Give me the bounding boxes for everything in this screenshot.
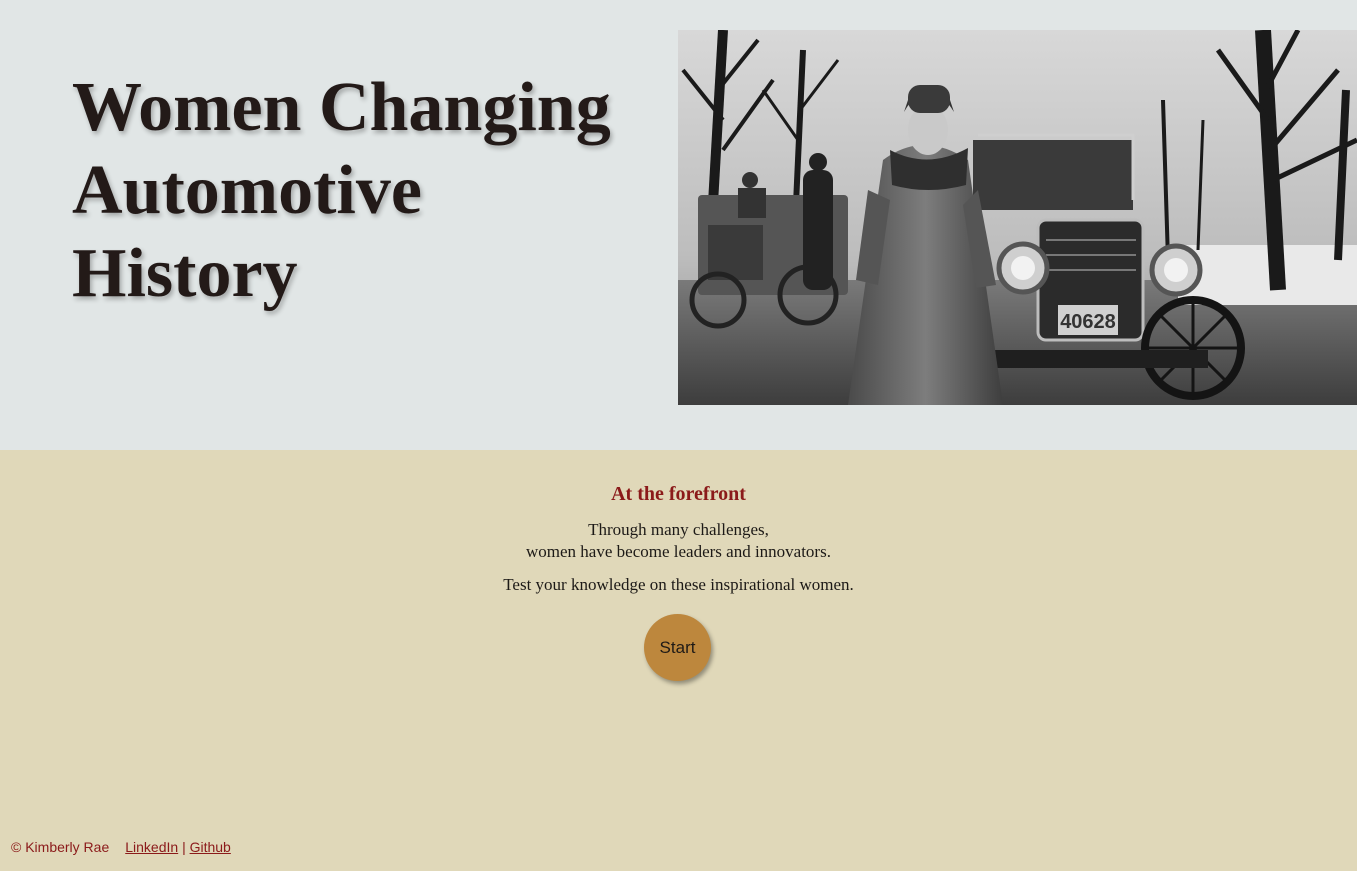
page-title-line-3: History xyxy=(72,235,298,312)
linkedin-link[interactable]: LinkedIn xyxy=(125,839,178,855)
hero-photo: 40628 xyxy=(678,30,1357,405)
page-title-line-2: Automotive xyxy=(72,152,422,229)
vintage-car-photo-image: 40628 xyxy=(678,30,1357,405)
page-title-line-1: Women Changing xyxy=(72,69,611,146)
quiz-prompt: Test your knowledge on these inspiration… xyxy=(503,575,854,594)
license-plate-text: 40628 xyxy=(1060,311,1116,333)
intro-line-1: Through many challenges, xyxy=(588,520,769,539)
section-heading: At the forefront xyxy=(611,483,746,505)
start-button[interactable]: Start xyxy=(644,614,711,681)
github-link[interactable]: Github xyxy=(190,839,231,855)
intro-text: Through many challenges, women have beco… xyxy=(0,519,1357,563)
page-title: Women Changing Automotive History xyxy=(72,66,662,315)
footer: © Kimberly Rae LinkedIn | Github xyxy=(11,838,231,856)
footer-separator: | xyxy=(182,839,186,855)
hero-section: Women Changing Automotive History 40628 xyxy=(0,0,1357,450)
intro-line-2: women have become leaders and innovators… xyxy=(526,542,831,561)
copyright-text: © Kimberly Rae xyxy=(11,839,110,855)
main-content: At the forefront Through many challenges… xyxy=(0,450,1357,871)
